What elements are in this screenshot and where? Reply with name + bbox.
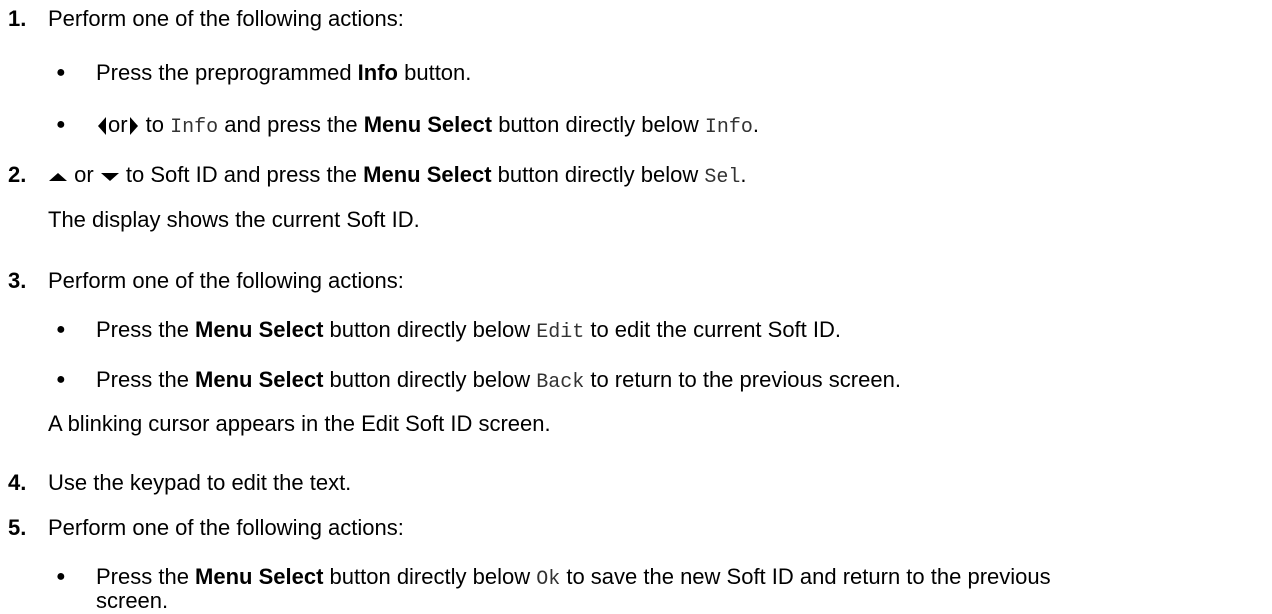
bullet-glyph: ● [56, 64, 66, 81]
bullet-text: Press the Menu Select button directly be… [96, 367, 901, 396]
step-number: 3. [8, 268, 27, 293]
text-run: to [139, 112, 171, 137]
text-run: or [108, 112, 128, 137]
text-run: button directly below [492, 112, 705, 137]
text-run: to save the new Soft ID and return to th… [560, 564, 1051, 589]
bullet-text: or to Info and press the Menu Select but… [96, 112, 759, 141]
bullet-text-wrap: screen. [96, 588, 169, 613]
step-number: 5. [8, 515, 27, 540]
softkey-label: Back [536, 371, 585, 394]
bullet-glyph: ● [56, 371, 66, 388]
text-run: Press the preprogrammed [96, 60, 358, 85]
step-text: Perform one of the following actions: [48, 6, 404, 31]
bold-term: Menu Select [195, 367, 324, 392]
up-arrow-icon [48, 165, 68, 187]
step-result: A blinking cursor appears in the Edit So… [48, 411, 551, 436]
bullet-glyph: ● [56, 568, 66, 585]
bullet-text: Press the preprogrammed Info button. [96, 60, 471, 86]
bold-term: Menu Select [363, 162, 492, 187]
step-text: Perform one of the following actions: [48, 268, 404, 293]
softkey-label: Info [170, 116, 219, 139]
bold-term: Menu Select [363, 112, 493, 137]
softkey-label: Sel [704, 166, 741, 189]
step-result: The display shows the current Soft ID. [48, 207, 420, 232]
text-run: button directly below [491, 162, 705, 187]
bullet-glyph: ● [56, 321, 66, 338]
text-run: to Soft ID and press the [119, 162, 364, 187]
step-number: 4. [8, 470, 27, 495]
text-run: . [740, 162, 747, 187]
text-run: button directly below [323, 367, 537, 392]
text-run: . [752, 112, 759, 137]
left-arrow-icon [96, 115, 108, 137]
step-text: or to Soft ID and press the Menu Select … [48, 162, 746, 191]
text-run: button. [398, 60, 472, 85]
bold-term: Info [357, 60, 398, 85]
step-number: 2. [8, 162, 27, 187]
text-run: button directly below [323, 564, 537, 589]
text-run: to edit the current Soft ID. [584, 317, 842, 342]
step-text: Use the keypad to edit the text. [48, 470, 352, 495]
bullet-text: Press the Menu Select button directly be… [96, 564, 1051, 593]
text-run: Press the [96, 317, 196, 342]
text-run: Press the [96, 367, 196, 392]
text-run: button directly below [323, 317, 537, 342]
softkey-label: Edit [536, 321, 585, 344]
softkey-label: Info [704, 116, 753, 139]
step-text: Perform one of the following actions: [48, 515, 404, 540]
bullet-glyph: ● [56, 116, 66, 133]
bullet-text: Press the Menu Select button directly be… [96, 317, 841, 346]
bold-term: Menu Select [195, 564, 324, 589]
step-number: 1. [8, 6, 27, 31]
text-run: to return to the previous screen. [584, 367, 901, 392]
text-run: or [68, 162, 100, 187]
bold-term: Menu Select [195, 317, 324, 342]
right-arrow-icon [128, 115, 140, 137]
softkey-label: Ok [536, 568, 561, 591]
text-run: Press the [96, 564, 196, 589]
down-arrow-icon [100, 165, 120, 187]
text-run: and press the [218, 112, 364, 137]
